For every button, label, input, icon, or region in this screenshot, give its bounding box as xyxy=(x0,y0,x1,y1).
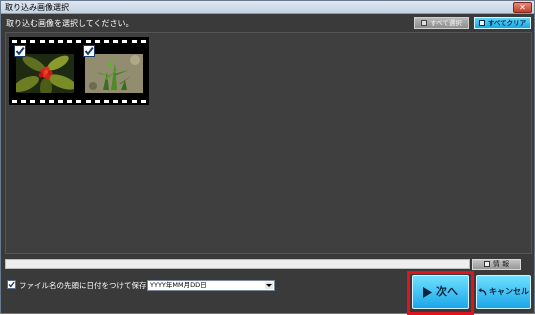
thumbnail-area xyxy=(5,32,532,254)
select-all-icon xyxy=(421,20,428,26)
info-icon xyxy=(483,261,490,267)
checkmark-icon xyxy=(84,46,94,56)
date-format-select[interactable]: YYYY年MM月DD日 xyxy=(147,280,275,291)
clear-all-label: すべてクリア xyxy=(487,19,527,27)
thumbnail-1[interactable] xyxy=(12,45,78,96)
filmstrip-sprockets-bottom xyxy=(9,98,149,104)
filmstrip xyxy=(9,37,149,105)
thumbnail-1-photo[interactable] xyxy=(16,54,74,93)
date-prefix-label: ファイル名の先頭に日付をつけて保存 xyxy=(19,281,147,290)
date-format-value: YYYY年MM月DD日 xyxy=(150,281,207,289)
thumbnail-2-checkbox[interactable] xyxy=(83,45,95,57)
window-title: 取り込み画像選択 xyxy=(5,3,69,12)
select-all-label: すべて選択 xyxy=(430,19,462,27)
thumbnail-1-checkbox[interactable] xyxy=(14,45,26,57)
import-image-dialog: 取り込み画像選択 ✕ 取り込む画像を選択してください。 すべて選択 すべてクリア xyxy=(0,0,535,315)
clear-all-button[interactable]: すべてクリア xyxy=(474,17,531,29)
next-button-label: 次へ xyxy=(436,285,458,298)
info-button-label: 情 報 xyxy=(492,260,510,268)
cancel-button[interactable]: キャンセル xyxy=(476,275,531,309)
checkmark-icon xyxy=(8,281,15,288)
close-button[interactable]: ✕ xyxy=(513,2,532,13)
date-prefix-checkbox[interactable] xyxy=(7,280,16,289)
filmstrip-sprockets-top xyxy=(9,38,149,44)
title-bar: 取り込み画像選択 ✕ xyxy=(1,1,534,14)
instruction-text: 取り込む画像を選択してください。 xyxy=(6,19,134,28)
cancel-button-label: キャンセル xyxy=(489,287,529,296)
thumbnail-2[interactable] xyxy=(81,45,147,96)
clear-all-icon xyxy=(478,20,485,26)
chevron-down-icon[interactable] xyxy=(265,282,273,289)
next-button[interactable]: 次へ xyxy=(412,275,469,309)
select-all-button[interactable]: すべて選択 xyxy=(414,17,469,29)
info-button[interactable]: 情 報 xyxy=(472,259,521,270)
info-bar xyxy=(5,259,470,269)
thumbnail-2-photo[interactable] xyxy=(85,54,143,93)
undo-icon xyxy=(478,287,487,295)
checkmark-icon xyxy=(15,46,25,56)
play-arrow-icon xyxy=(423,286,432,298)
